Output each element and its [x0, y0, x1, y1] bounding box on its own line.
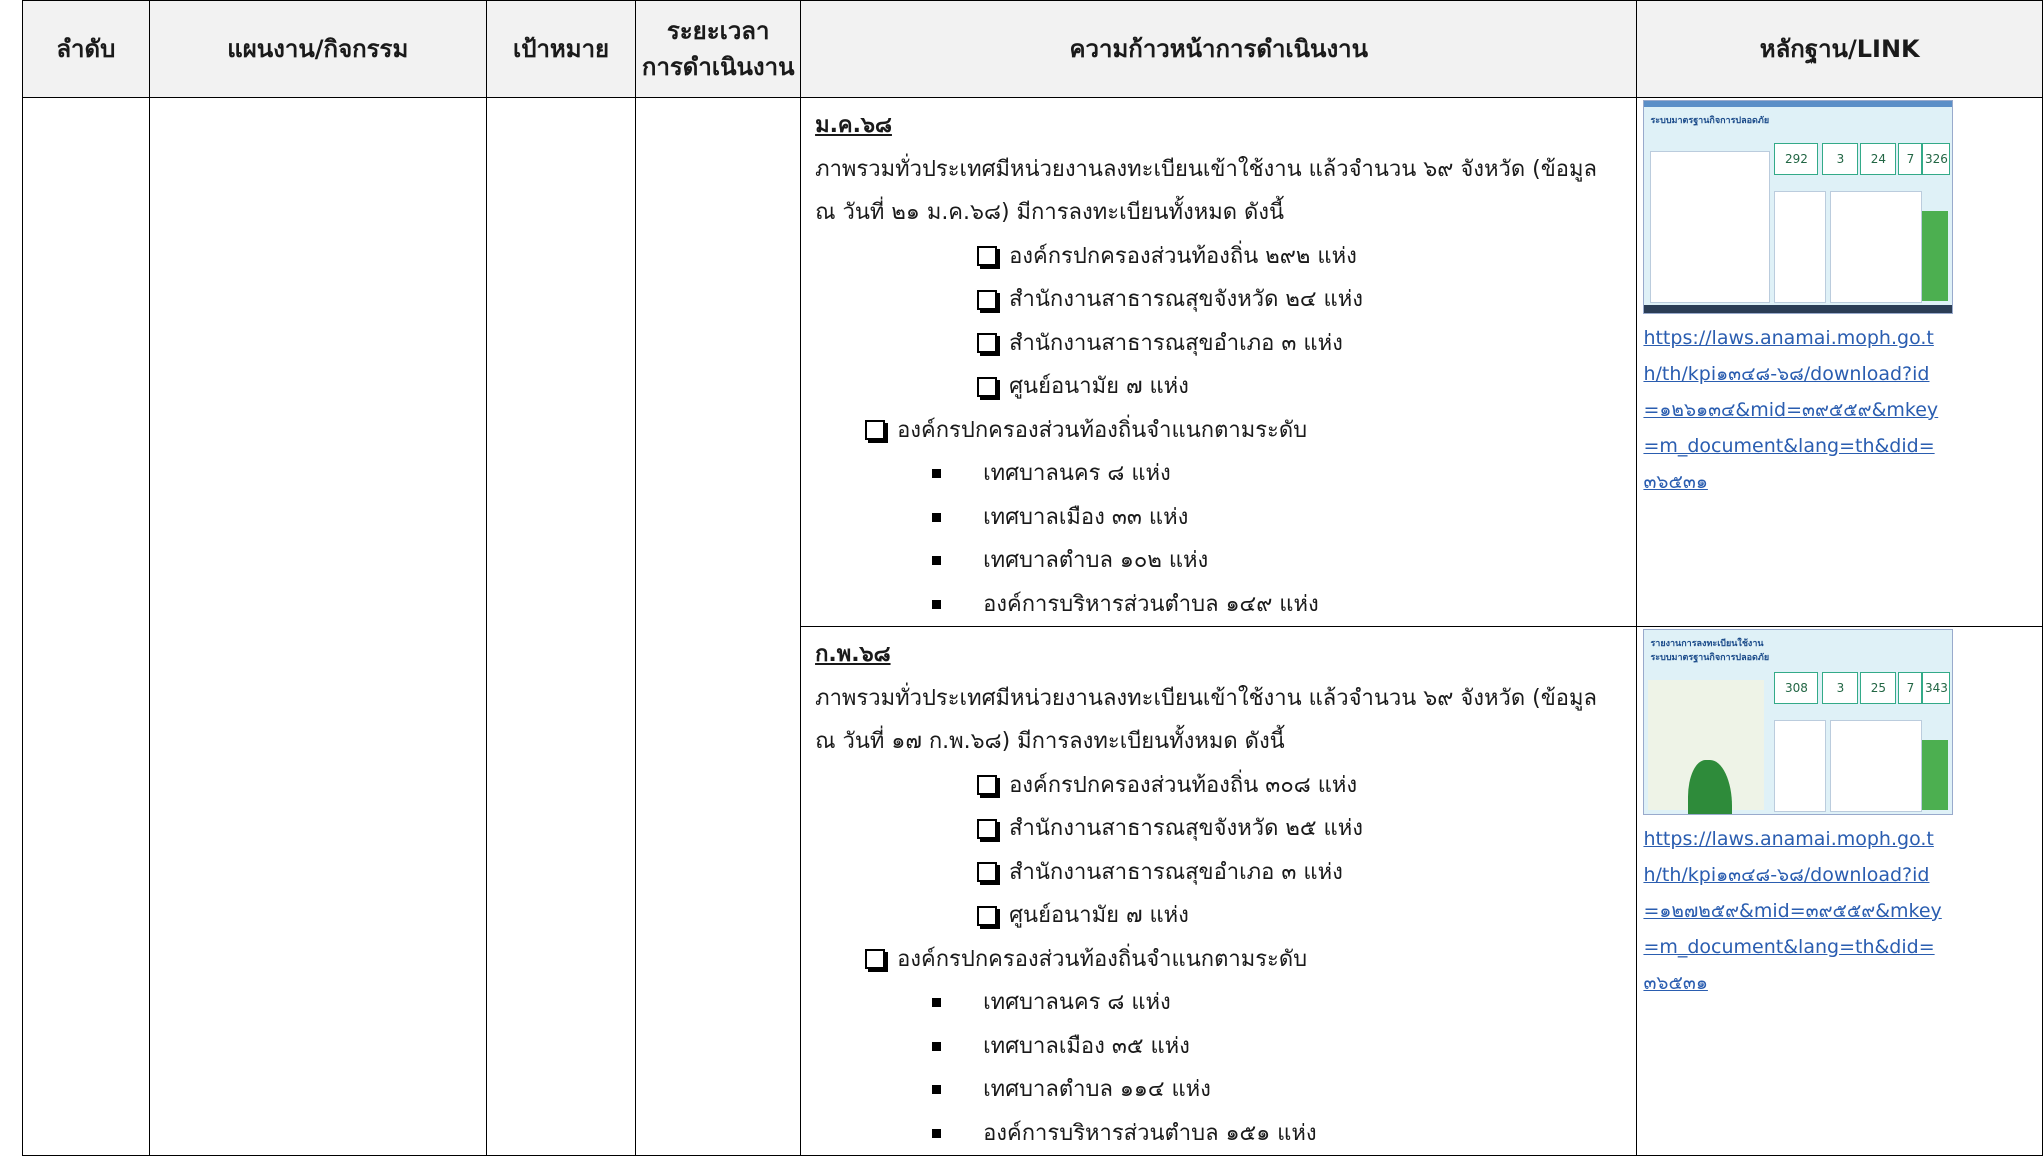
- header-no: ลำดับ: [22, 0, 150, 98]
- checklist-item: สำนักงานสาธารณสุขอำเภอ ๓ แห่ง: [815, 851, 1622, 895]
- checkbox-icon: [977, 862, 998, 883]
- checkbox-icon: [977, 246, 998, 267]
- header-evidence: หลักฐาน/LINK: [1636, 0, 2043, 98]
- month-label: ม.ค.๖๘: [815, 113, 892, 138]
- square-bullet-icon: [932, 512, 942, 522]
- square-bullet-icon: [932, 1041, 942, 1051]
- checklist-heading: องค์กรปกครองส่วนท้องถิ่นจำแนกตามระดับ: [815, 938, 1622, 982]
- table-row: ม.ค.๖๘ ภาพรวมทั่วประเทศมีหน่วยงานลงทะเบี…: [22, 97, 2043, 1156]
- header-duration: ระยะเวลา การดำเนินงาน: [635, 0, 802, 98]
- checklist-item: ศูนย์อนามัย ๗ แห่ง: [815, 894, 1622, 938]
- checkbox-icon: [977, 818, 998, 839]
- checkbox-icon: [977, 333, 998, 354]
- square-bullet-icon: [932, 1085, 942, 1095]
- cell-target: [485, 97, 637, 1156]
- checklist-item: สำนักงานสาธารณสุขจังหวัด ๒๕ แห่ง: [815, 807, 1622, 851]
- evidence-link[interactable]: https://laws.anamai.moph.go.th/th/kpi๑๓๔…: [1643, 821, 1943, 1001]
- checklist-item: องค์กรปกครองส่วนท้องถิ่น ๓๐๘ แห่ง: [815, 764, 1622, 808]
- square-bullet-icon: [932, 599, 942, 609]
- checkbox-icon: [977, 775, 998, 796]
- level-item: เทศบาลตำบล ๑๑๔ แห่ง: [815, 1068, 1622, 1112]
- square-bullet-icon: [932, 1128, 942, 1138]
- summary-line: ภาพรวมทั่วประเทศมีหน่วยงานลงทะเบียนเข้าใ…: [815, 156, 1597, 182]
- summary-line: ภาพรวมทั่วประเทศมีหน่วยงานลงทะเบียนเข้าใ…: [815, 685, 1597, 711]
- summary-line: ณ วันที่ ๒๑ ม.ค.๖๘) มีการลงทะเบียนทั้งหม…: [815, 200, 1285, 225]
- map-image: [1648, 680, 1765, 814]
- screenshot-title: รายงานการลงทะเบียนใช้งาน ระบบมาตรฐานกิจก…: [1650, 639, 1770, 663]
- checklist-item: องค์กรปกครองส่วนท้องถิ่น ๒๙๒ แห่ง: [815, 235, 1622, 279]
- progress-cell-jan: ม.ค.๖๘ ภาพรวมทั่วประเทศมีหน่วยงานลงทะเบี…: [800, 97, 1638, 627]
- square-bullet-icon: [932, 556, 942, 566]
- table-header-row: ลำดับ แผนงาน/กิจกรรม เป้าหมาย ระยะเวลา ก…: [22, 0, 2043, 98]
- evidence-link[interactable]: https://laws.anamai.moph.go.th/th/kpi๑๓๔…: [1643, 320, 1943, 500]
- summary-line: ณ วันที่ ๑๗ ก.พ.๖๘) มีการลงทะเบียนทั้งหม…: [815, 729, 1285, 754]
- progress-cell-feb: ก.พ.๖๘ ภาพรวมทั่วประเทศมีหน่วยงานลงทะเบี…: [800, 626, 1638, 1156]
- header-progress: ความก้าวหน้าการดำเนินงาน: [800, 0, 1638, 98]
- level-item: เทศบาลเมือง ๓๓ แห่ง: [815, 496, 1622, 540]
- dashboard-screenshot: รายงานการลงทะเบียนใช้งาน ระบบมาตรฐานกิจก…: [1643, 629, 1954, 815]
- header-target: เป้าหมาย: [485, 0, 637, 98]
- level-item: เทศบาลเมือง ๓๕ แห่ง: [815, 1025, 1622, 1069]
- level-item: เทศบาลนคร ๘ แห่ง: [815, 452, 1622, 496]
- cell-duration: [635, 97, 802, 1156]
- checklist-item: ศูนย์อนามัย ๗ แห่ง: [815, 365, 1622, 409]
- square-bullet-icon: [932, 998, 942, 1008]
- screenshot-title: ระบบมาตรฐานกิจการปลอดภัย: [1650, 116, 1770, 126]
- checkbox-icon: [977, 289, 998, 310]
- checkbox-icon: [977, 905, 998, 926]
- month-label: ก.พ.๖๘: [815, 642, 891, 667]
- dashboard-screenshot: ระบบมาตรฐานกิจการปลอดภัย 292 3 24 7 326: [1643, 100, 1954, 314]
- checklist-heading: องค์กรปกครองส่วนท้องถิ่นจำแนกตามระดับ: [815, 409, 1622, 453]
- checkbox-icon: [977, 376, 998, 397]
- evidence-cell-feb: รายงานการลงทะเบียนใช้งาน ระบบมาตรฐานกิจก…: [1636, 626, 2043, 1156]
- checkbox-icon: [865, 949, 886, 970]
- progress-report-table: ลำดับ แผนงาน/กิจกรรม เป้าหมาย ระยะเวลา ก…: [22, 0, 2043, 1156]
- cell-plan: [148, 97, 487, 1156]
- square-bullet-icon: [932, 469, 942, 479]
- checkbox-icon: [865, 420, 886, 441]
- checklist-item: สำนักงานสาธารณสุขอำเภอ ๓ แห่ง: [815, 322, 1622, 366]
- evidence-cell-jan: ระบบมาตรฐานกิจการปลอดภัย 292 3 24 7 326 …: [1636, 97, 2043, 627]
- cell-no: [22, 97, 150, 1156]
- level-item: องค์การบริหารส่วนตำบล ๑๔๙ แห่ง: [815, 583, 1622, 627]
- header-plan: แผนงาน/กิจกรรม: [148, 0, 487, 98]
- checklist-item: สำนักงานสาธารณสุขจังหวัด ๒๔ แห่ง: [815, 278, 1622, 322]
- level-item: เทศบาลตำบล ๑๐๒ แห่ง: [815, 539, 1622, 583]
- level-item: เทศบาลนคร ๘ แห่ง: [815, 981, 1622, 1025]
- level-item: องค์การบริหารส่วนตำบล ๑๕๑ แห่ง: [815, 1112, 1622, 1156]
